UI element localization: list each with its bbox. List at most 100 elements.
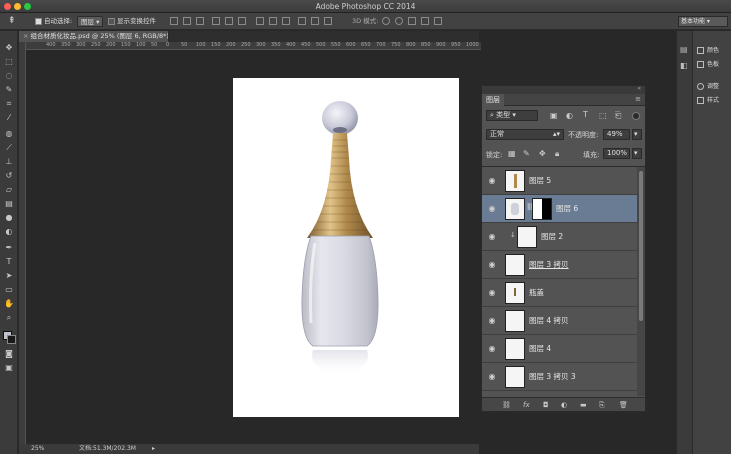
layer-name[interactable]: 图层 4 拷贝 [529,315,569,326]
type-tool-icon[interactable]: T [3,257,15,267]
align-bottom-icon[interactable] [196,17,204,25]
distribute-right-icon[interactable] [324,17,332,25]
layer-name[interactable]: 图层 3 拷贝 3 [529,371,576,382]
align-hcenter-icon[interactable] [225,17,233,25]
document-tab[interactable]: × 组合材质化妆品.psd @ 25% (图层 6, RGB/8*) * [19,31,169,42]
layer-name[interactable]: 瓶盖 [529,287,544,298]
clone-stamp-tool-icon[interactable]: ⊥ [3,157,15,167]
layer-name[interactable]: 图层 4 [529,343,551,354]
visibility-eye-icon[interactable]: ◉ [486,176,498,185]
layer-row[interactable]: ◉ 图层 5 [482,167,637,195]
filter-toggle[interactable] [632,112,640,120]
dock-item-swatches[interactable]: 色板 [697,59,719,68]
distribute-left-icon[interactable] [298,17,306,25]
workspace-dropdown[interactable]: 基本功能 ▾ [678,16,728,27]
lock-all-icon[interactable]: 🔒︎ [555,149,559,159]
filter-type-icon[interactable]: T [583,110,588,119]
new-group-icon[interactable]: ▬ [580,401,587,409]
screen-mode-icon[interactable]: ▣ [3,363,15,373]
delete-layer-icon[interactable]: 🗑︎ [619,401,628,409]
layer-filter-dropdown[interactable]: ⌕ 类型 ▾ [486,110,538,121]
layer-row[interactable]: ◉ 瓶盖 [482,279,637,307]
visibility-eye-icon[interactable]: ◉ [486,344,498,353]
layer-name[interactable]: 图层 3 拷贝 [529,259,569,270]
blur-tool-icon[interactable]: ● [3,213,15,223]
filter-shape-icon[interactable]: ⬚ [599,111,607,120]
distribute-bottom-icon[interactable] [282,17,290,25]
lock-transparent-icon[interactable]: ▦ [508,149,516,158]
layer-name[interactable]: 图层 5 [529,175,551,186]
add-mask-icon[interactable]: ◘ [543,401,549,409]
crop-tool-icon[interactable]: ⌗ [3,99,15,109]
document-canvas[interactable] [233,78,459,417]
auto-select-checkbox[interactable]: 自动选择: [35,16,72,27]
auto-select-dropdown[interactable]: 图层 ▾ [77,16,104,27]
layer-row[interactable]: ◉ 图层 3 拷贝 [482,251,637,279]
shape-tool-icon[interactable]: ▭ [3,285,15,295]
gradient-tool-icon[interactable]: ▤ [3,199,15,209]
rotate-3d-icon[interactable] [382,17,390,25]
lock-position-icon[interactable]: ✥ [539,149,546,158]
background-color-swatch[interactable] [7,335,16,344]
link-layers-icon[interactable]: ⛓ [502,401,511,409]
scrollbar-thumb[interactable] [639,171,643,321]
distribute-top-icon[interactable] [256,17,264,25]
collapse-panel-icon[interactable]: « [637,85,641,92]
quick-select-tool-icon[interactable]: ✎ [3,85,15,95]
layer-name[interactable]: 图层 2 [541,231,563,242]
opacity-slider-button[interactable]: ▾ [632,129,642,140]
close-tab-icon[interactable]: × [23,32,31,40]
align-top-icon[interactable] [170,17,178,25]
zoom-tool-icon[interactable]: ⌕ [3,313,15,323]
visibility-eye-icon[interactable]: ◉ [486,260,498,269]
blend-mode-dropdown[interactable]: 正常 ▴▾ [486,129,564,140]
marquee-tool-icon[interactable]: ⬚ [3,57,15,67]
visibility-eye-icon[interactable]: ◉ [486,288,498,297]
layer-row[interactable]: ◉ 图层 4 [482,335,637,363]
roll-3d-icon[interactable] [395,17,403,25]
distribute-vcenter-icon[interactable] [269,17,277,25]
fill-slider-button[interactable]: ▾ [632,148,642,159]
new-layer-icon[interactable]: ⎘ [599,401,605,410]
show-transform-checkbox[interactable]: 显示变换控件 [108,16,156,27]
visibility-eye-icon[interactable]: ◉ [486,372,498,381]
lock-pixels-icon[interactable]: ✎ [523,149,530,158]
layer-row[interactable]: ◉ 图层 4 拷贝 [482,307,637,335]
status-menu-arrow-icon[interactable]: ▸ [152,444,155,454]
filter-pixel-icon[interactable]: ▣ [550,111,558,120]
opacity-input[interactable]: 49% [603,129,630,140]
history-brush-tool-icon[interactable]: ↺ [3,171,15,181]
slide-3d-icon[interactable] [421,17,429,25]
pen-tool-icon[interactable]: ✒ [3,243,15,253]
properties-panel-icon[interactable]: ▤ [680,45,688,54]
align-vcenter-icon[interactable] [183,17,191,25]
eyedropper-tool-icon[interactable]: ⁄ [3,113,15,123]
layer-row[interactable]: ◉ ↓ 图层 2 [482,223,637,251]
path-select-tool-icon[interactable]: ➤ [3,271,15,281]
panel-menu-icon[interactable]: ≡ [635,95,641,103]
history-panel-icon[interactable]: ◧ [680,61,688,70]
dodge-tool-icon[interactable]: ◐ [3,227,15,237]
filter-smart-object-icon[interactable]: ⎗ [615,111,621,121]
move-tool-icon[interactable]: ✥ [3,43,15,53]
quick-mask-icon[interactable]: ◙ [3,349,15,359]
distribute-hcenter-icon[interactable] [311,17,319,25]
dock-item-adjustments[interactable]: 调整 [697,81,719,90]
visibility-eye-icon[interactable]: ◉ [486,204,498,213]
layer-row-active[interactable]: ◉ ⛓ 图层 6 [482,195,637,223]
visibility-eye-icon[interactable]: ◉ [486,232,498,241]
fill-input[interactable]: 100% [603,148,630,159]
hand-tool-icon[interactable]: ✋ [3,299,15,309]
healing-brush-tool-icon[interactable]: ◍ [3,129,15,139]
eraser-tool-icon[interactable]: ▱ [3,185,15,195]
zoom-level[interactable]: 25% [31,444,44,454]
new-adjustment-layer-icon[interactable]: ◐ [561,401,567,409]
scale-3d-icon[interactable] [434,17,442,25]
dock-item-styles[interactable]: 样式 [697,95,719,104]
layer-style-icon[interactable]: fx [523,401,530,409]
drag-3d-icon[interactable] [408,17,416,25]
align-right-icon[interactable] [238,17,246,25]
lasso-tool-icon[interactable]: ◌ [3,71,15,81]
layer-name[interactable]: 图层 6 [556,203,578,214]
align-left-icon[interactable] [212,17,220,25]
